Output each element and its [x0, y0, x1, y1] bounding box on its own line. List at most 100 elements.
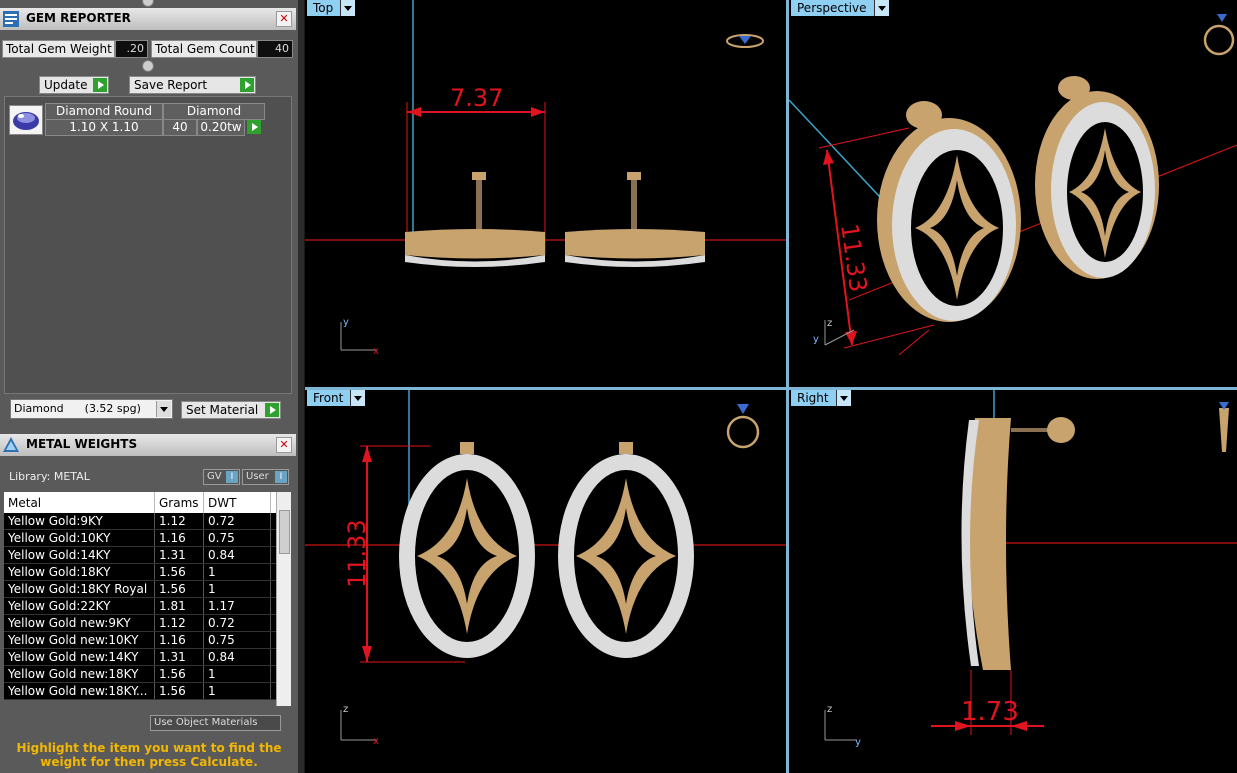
set-material-button[interactable]: Set Material: [181, 401, 281, 419]
column-header-grams[interactable]: Grams: [154, 492, 204, 513]
close-icon[interactable]: ✕: [276, 437, 292, 453]
metal-cell: Yellow Gold new:9KY: [4, 614, 155, 632]
earring-front-left: [399, 442, 535, 658]
table-row[interactable]: Yellow Gold:14KY 1.31 0.84: [4, 546, 290, 564]
metal-weights-title: METAL WEIGHTS: [26, 437, 138, 451]
earring-icon: [1219, 402, 1229, 452]
save-report-label: Save Report: [134, 78, 208, 92]
close-icon[interactable]: ✕: [276, 11, 292, 27]
metal-cell: Yellow Gold new:10KY: [4, 631, 155, 649]
viewport-perspective[interactable]: Perspective 11.33 z y: [789, 0, 1237, 387]
metal-weights-body: Yellow Gold:9KY 1.12 0.72 Yellow Gold:10KY 1…: [4, 513, 290, 700]
arrowhead: [362, 446, 372, 462]
gem-list: Diamond Round Diamond 1.10 X 1.10 40 0.2…: [4, 96, 292, 394]
gem-count-cell: 40: [163, 119, 197, 136]
dwt-cell: 1.17: [203, 597, 271, 615]
viewport-right[interactable]: Right 1.73 z y: [789, 390, 1237, 773]
table-row[interactable]: Yellow Gold:22KY 1.81 1.17: [4, 597, 290, 615]
update-button[interactable]: Update: [39, 76, 109, 94]
table-row[interactable]: Yellow Gold new:18KY... 1.56 1: [4, 682, 290, 700]
table-row[interactable]: Yellow Gold:9KY 1.12 0.72: [4, 513, 290, 530]
play-icon: [265, 403, 279, 417]
viewport-top[interactable]: Top 7.37 y x: [305, 0, 786, 387]
user-toggle[interactable]: User I: [242, 469, 289, 485]
total-gem-count-value: 40: [257, 40, 293, 58]
metal-weights-titlebar: METAL WEIGHTS ✕: [0, 434, 296, 456]
viewport-splitter-horizontal[interactable]: [305, 387, 1237, 390]
right-view-canvas: 1.73 z y: [824, 390, 1237, 748]
arrowhead: [407, 107, 421, 117]
table-row[interactable]: Yellow Gold new:14KY 1.31 0.84: [4, 648, 290, 666]
metal-cell: Yellow Gold:10KY: [4, 529, 155, 547]
total-gem-count-label: Total Gem Count: [151, 40, 257, 58]
table-row[interactable]: Yellow Gold:10KY 1.16 0.75: [4, 529, 290, 547]
ring-icon: [726, 34, 764, 48]
use-object-materials-toggle[interactable]: Use Object Materials: [150, 715, 281, 731]
metal-cell: Yellow Gold:9KY: [4, 513, 155, 530]
gem-shape-cell[interactable]: Diamond Round: [45, 103, 163, 120]
table-scrollbar[interactable]: [276, 492, 291, 706]
viewport-front[interactable]: Front 11.33 z x: [305, 390, 786, 773]
panel-splitter[interactable]: [298, 0, 304, 773]
axis-label-z: z: [827, 318, 832, 329]
grams-cell: 1.56: [154, 563, 204, 581]
top-view-canvas: 7.37 y x: [305, 0, 786, 357]
instruction-hint: Highlight the item you want to find the …: [16, 741, 282, 769]
table-row[interactable]: Yellow Gold new:18KY 1.56 1: [4, 665, 290, 683]
metal-weights-table: Metal Grams DWT Yellow Gold:9KY 1.12 0.72 Y…: [4, 492, 290, 700]
axis-label-y: y: [813, 334, 819, 345]
info-icon: I: [226, 471, 238, 483]
earring-top-left: [405, 172, 545, 267]
column-header-metal[interactable]: Metal: [4, 492, 155, 513]
metal-cell: Yellow Gold new:14KY: [4, 648, 155, 666]
axis-label-x: x: [373, 736, 379, 747]
grams-cell: 1.31: [154, 546, 204, 564]
gem-weight-cell: 0.20tw: [197, 119, 245, 136]
dimension-label: 11.33: [835, 222, 872, 294]
dimension-label: 1.73: [961, 697, 1019, 727]
dwt-cell: 0.72: [203, 513, 271, 530]
metal-cell: Yellow Gold:22KY: [4, 597, 155, 615]
axis-label-y: y: [855, 737, 861, 748]
grams-cell: 1.56: [154, 665, 204, 683]
gv-toggle[interactable]: GV I: [203, 469, 240, 485]
dimension-label: 7.37: [450, 84, 503, 112]
save-report-button[interactable]: Save Report: [129, 76, 256, 94]
gem-row-go-button[interactable]: [247, 119, 261, 135]
table-row[interactable]: Yellow Gold new:10KY 1.16 0.75: [4, 631, 290, 649]
arrowhead: [531, 107, 545, 117]
metal-cell: Yellow Gold:18KY Royal: [4, 580, 155, 598]
grams-cell: 1.16: [154, 631, 204, 649]
gem-thumbnail[interactable]: [9, 105, 43, 135]
grams-cell: 1.16: [154, 529, 204, 547]
arrowhead: [845, 331, 857, 345]
gv-label: GV: [207, 471, 222, 482]
metal-cell: Yellow Gold new:18KY: [4, 665, 155, 683]
splitter-handle-2[interactable]: [142, 60, 154, 72]
table-row[interactable]: Yellow Gold:18KY 1.56 1: [4, 563, 290, 581]
dimension-line: [898, 329, 930, 356]
total-gem-weight-label: Total Gem Weight: [2, 40, 115, 58]
dimension-line: [818, 127, 910, 149]
dwt-cell: 1: [203, 580, 271, 598]
grams-cell: 1.56: [154, 580, 204, 598]
gem-size-cell: 1.10 X 1.10: [45, 119, 163, 136]
axis-label-z: z: [343, 704, 348, 715]
use-object-materials-label: Use Object Materials: [154, 717, 258, 728]
column-header-dwt[interactable]: DWT: [203, 492, 271, 513]
splitter-handle[interactable]: [142, 0, 154, 7]
material-select[interactable]: Diamond (3.52 spg): [10, 399, 173, 419]
dimension-label: 11.33: [343, 519, 371, 588]
metal-cell: Yellow Gold:14KY: [4, 546, 155, 564]
gem-reporter-titlebar: GEM REPORTER ✕: [0, 8, 296, 30]
material-select-value: Diamond (3.52 spg): [14, 402, 141, 415]
set-material-label: Set Material: [186, 403, 259, 417]
metal-cell: Yellow Gold new:18KY...: [4, 682, 155, 700]
earring-front-right: [558, 442, 694, 658]
metal-weights-icon: [2, 436, 20, 454]
table-row[interactable]: Yellow Gold:18KY Royal 1.56 1: [4, 580, 290, 598]
table-row[interactable]: Yellow Gold new:9KY 1.12 0.72: [4, 614, 290, 632]
scrollbar-thumb[interactable]: [279, 510, 290, 554]
gem-material-cell[interactable]: Diamond: [163, 103, 265, 120]
dwt-cell: 0.75: [203, 529, 271, 547]
